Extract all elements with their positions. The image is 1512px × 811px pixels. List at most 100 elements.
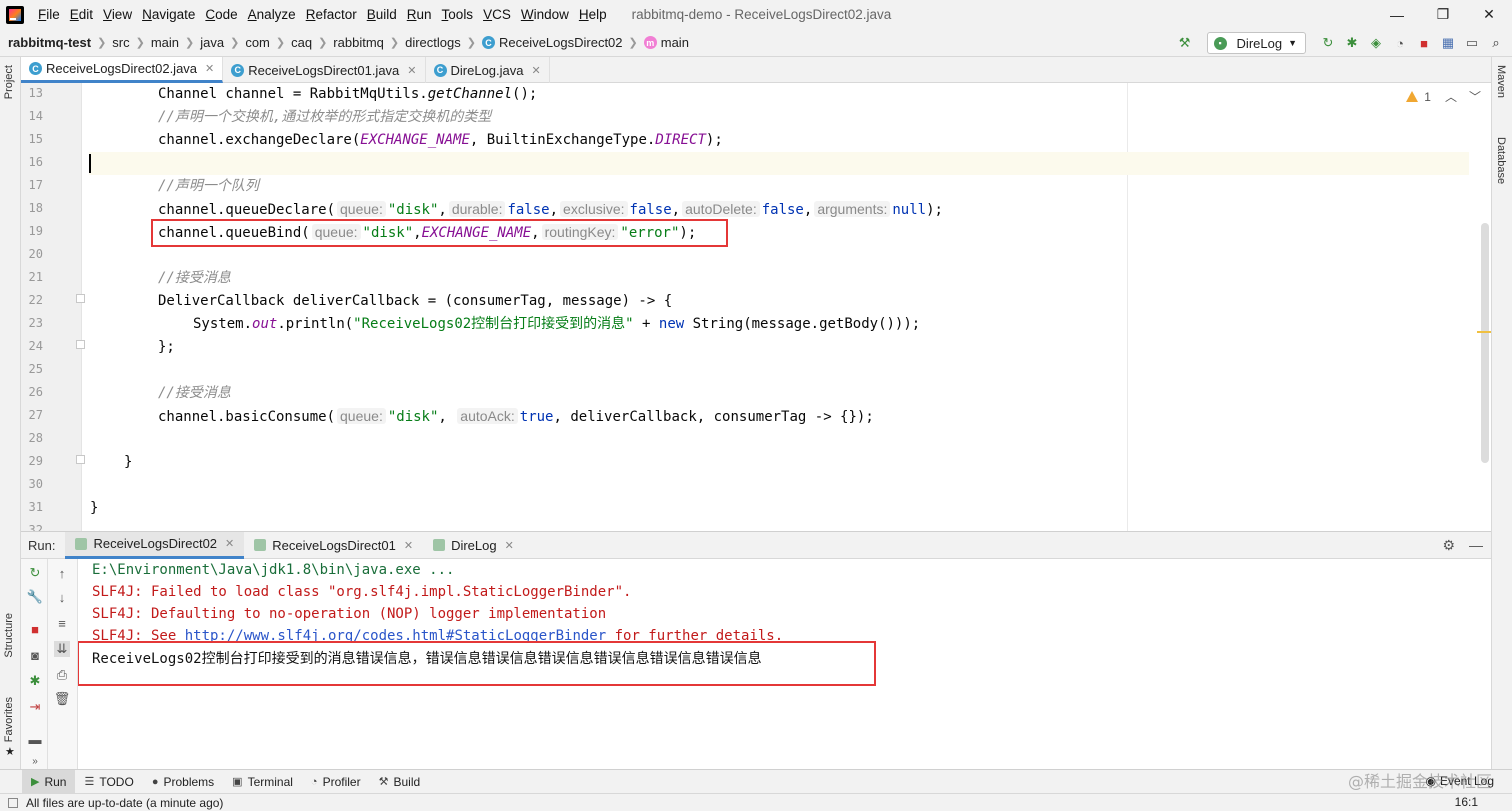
tool-tab-profiler[interactable]: ◔ Profiler	[302, 770, 370, 793]
fold-icon[interactable]	[76, 294, 85, 303]
line-number: 26	[28, 385, 43, 399]
database-tool-button[interactable]: Database	[1495, 137, 1507, 184]
run-config-select[interactable]: ▪ DireLog ▼	[1206, 32, 1306, 54]
run-tab-receivelogsdirect01[interactable]: ReceiveLogsDirect01 ✕	[244, 532, 423, 559]
code-line-24: };	[158, 336, 175, 359]
watermark: @稀土掘金技术社区	[1347, 772, 1492, 791]
stop-icon[interactable]: ■	[27, 621, 43, 637]
close-icon[interactable]: ✕	[225, 537, 234, 550]
menu-run[interactable]: Run	[402, 7, 437, 22]
code-comment: //声明一个队列	[158, 178, 259, 194]
tool-tab-build[interactable]: ⚒ Build	[370, 770, 430, 793]
code-text: channel.queueDeclare(	[158, 202, 336, 218]
breadcrumb-directlogs[interactable]: directlogs	[405, 35, 461, 50]
stop-icon[interactable]: ■	[1416, 35, 1432, 51]
expand-icon[interactable]: »	[27, 753, 43, 769]
menu-file[interactable]: File	[33, 7, 65, 22]
exit-icon[interactable]: ⇥	[27, 699, 43, 715]
menu-edit[interactable]: Edit	[65, 7, 98, 22]
breadcrumb-src[interactable]: src	[112, 35, 129, 50]
tab-receivelogsdirect02[interactable]: C ReceiveLogsDirect02.java ✕	[21, 57, 224, 83]
run-tab-receivelogsdirect02[interactable]: ReceiveLogsDirect02 ✕	[65, 531, 245, 559]
restore-icon[interactable]: ❐	[1420, 0, 1466, 29]
warning-marker[interactable]	[1477, 331, 1491, 333]
coverage-icon[interactable]: ◈	[1368, 35, 1384, 51]
debug-icon[interactable]: ✱	[27, 673, 43, 689]
code-editor[interactable]: 13 14 15 16 17 18 19 20 21 22 23 24 25 2…	[21, 83, 1491, 531]
menu-code[interactable]: Code	[200, 7, 242, 22]
breadcrumb-java[interactable]: java	[200, 35, 224, 50]
layout-icon[interactable]: ▬	[27, 731, 43, 747]
breadcrumb-com[interactable]: com	[245, 35, 270, 50]
breadcrumb-method[interactable]: m main	[643, 35, 689, 50]
maven-tool-button[interactable]: Maven	[1495, 65, 1507, 98]
project-structure-icon[interactable]: ▦	[1440, 35, 1456, 51]
menu-tools[interactable]: Tools	[437, 7, 479, 22]
debug-icon[interactable]: ✱	[1344, 35, 1360, 51]
tab-receivelogsdirect01[interactable]: C ReceiveLogsDirect01.java ✕	[223, 57, 426, 83]
code-text: System.	[193, 316, 253, 332]
chevron-down-icon[interactable]: ﹀	[1469, 88, 1481, 105]
menu-vcs[interactable]: VCS	[478, 7, 516, 22]
menu-window[interactable]: Window	[516, 7, 574, 22]
code-line-13: Channel channel = RabbitMqUtils.getChann…	[158, 83, 537, 106]
menu-navigate[interactable]: Navigate	[137, 7, 200, 22]
wrench-icon[interactable]: 🔧	[27, 589, 43, 605]
menu-build[interactable]: Build	[362, 7, 402, 22]
tool-tab-todo[interactable]: ☰ TODO	[75, 770, 142, 793]
arrow-up-icon[interactable]: ↑	[54, 565, 70, 581]
hide-icon[interactable]: —	[1469, 537, 1483, 554]
minimize-icon[interactable]: —	[1374, 0, 1420, 29]
close-icon[interactable]: ✕	[505, 539, 514, 552]
breadcrumb-main[interactable]: main	[151, 35, 179, 50]
print-icon[interactable]: ⎙	[54, 667, 70, 683]
tab-direlog[interactable]: C DireLog.java ✕	[426, 57, 550, 83]
arrow-down-icon[interactable]: ↓	[54, 589, 70, 605]
code-text: DeliverCallback deliverCallback = (consu…	[158, 293, 673, 309]
close-icon[interactable]: ✕	[205, 62, 214, 75]
tool-tab-terminal[interactable]: ▣ Terminal	[223, 770, 302, 793]
fold-icon[interactable]	[76, 340, 85, 349]
param-hint: exclusive:	[560, 201, 628, 217]
layout-icon[interactable]: ▭	[1464, 35, 1480, 51]
code-text: channel.basicConsume(	[158, 409, 336, 425]
structure-tool-button[interactable]: Structure	[3, 613, 15, 658]
menu-refactor[interactable]: Refactor	[301, 7, 362, 22]
code-area[interactable]: Channel channel = RabbitMqUtils.getChann…	[89, 83, 1469, 531]
gear-icon[interactable]: ⚙	[1442, 537, 1455, 554]
menu-help[interactable]: Help	[574, 7, 612, 22]
fold-icon[interactable]	[76, 455, 85, 464]
rerun-icon[interactable]: ↻	[27, 565, 43, 581]
breadcrumb-caq[interactable]: caq	[291, 35, 312, 50]
inspection-widget[interactable]: 1 ︿ ﹀	[1406, 88, 1481, 105]
hammer-icon[interactable]: ⚒	[1177, 35, 1193, 51]
menu-analyze[interactable]: Analyze	[243, 7, 301, 22]
rerun-icon[interactable]: ↻	[1320, 35, 1336, 51]
breadcrumb-class[interactable]: C ReceiveLogsDirect02	[481, 35, 623, 50]
search-icon[interactable]: ⌕	[1488, 35, 1504, 51]
close-icon[interactable]: ✕	[404, 539, 413, 552]
tool-tab-run[interactable]: ▶ Run	[22, 770, 76, 793]
console-output[interactable]: E:\Environment\Java\jdk1.8\bin\java.exe …	[78, 559, 1491, 769]
tool-tab-problems[interactable]: ● Problems	[143, 770, 223, 793]
scroll-to-end-icon[interactable]: ⇊	[54, 641, 70, 657]
project-tool-button[interactable]: Project	[3, 65, 15, 99]
caret-position[interactable]: 16:1	[1455, 795, 1478, 809]
run-tab-direlog[interactable]: DireLog ✕	[423, 532, 524, 559]
trash-icon[interactable]: 🗑	[54, 691, 71, 707]
breadcrumb-rabbitmq[interactable]: rabbitmq	[333, 35, 384, 50]
camera-icon[interactable]: ◙	[27, 647, 43, 663]
close-icon[interactable]: ✕	[407, 64, 416, 77]
menu-view[interactable]: View	[98, 7, 137, 22]
close-icon[interactable]: ✕	[1466, 0, 1512, 29]
favorites-tool-button[interactable]: Favorites	[3, 697, 15, 742]
editor-scrollbar[interactable]	[1481, 223, 1489, 463]
layout-toggle-icon[interactable]	[8, 797, 18, 808]
chevron-up-icon[interactable]: ︿	[1445, 88, 1457, 105]
console-line: SLF4J: Failed to load class "org.slf4j.i…	[92, 584, 632, 600]
run-panel-header: Run: ReceiveLogsDirect02 ✕ ReceiveLogsDi…	[21, 531, 1491, 559]
profiler-icon[interactable]: ◔	[1392, 35, 1408, 51]
soft-wrap-icon[interactable]: ≡	[54, 615, 70, 631]
breadcrumb-project[interactable]: rabbitmq-test	[8, 35, 91, 50]
close-icon[interactable]: ✕	[532, 64, 541, 77]
